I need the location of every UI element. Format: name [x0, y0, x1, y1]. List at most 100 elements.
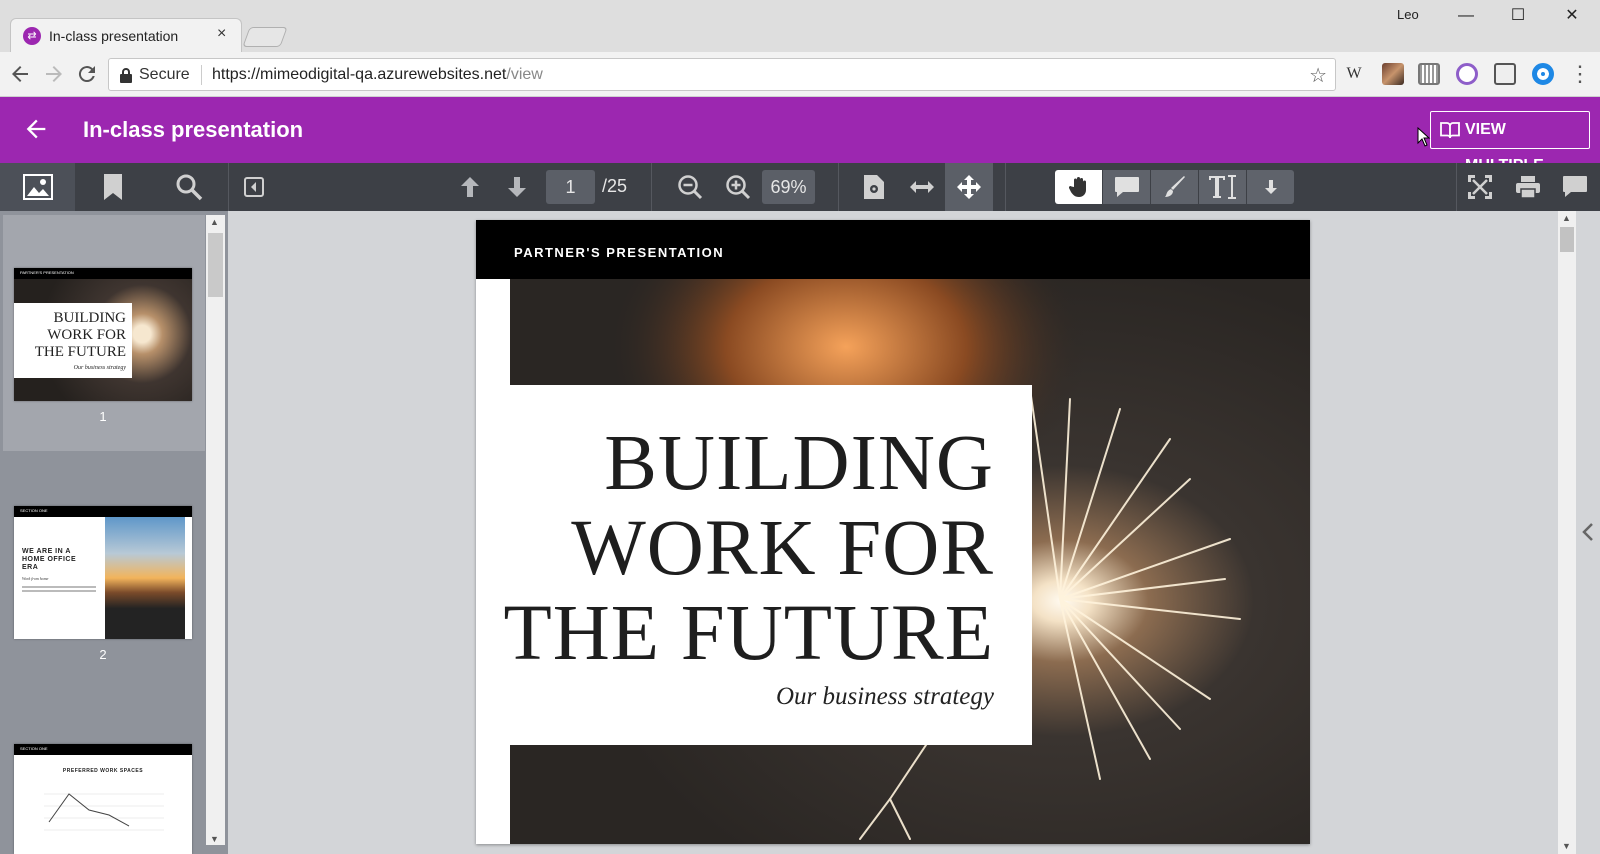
scroll-up-icon[interactable]: ▲ — [210, 217, 219, 227]
minimize-button[interactable]: — — [1446, 4, 1486, 28]
collapse-left-icon — [244, 177, 264, 197]
thumbnail-header: SECTION ONE — [20, 746, 48, 751]
fit-width-button[interactable] — [904, 163, 940, 211]
bookmarks-tab[interactable] — [75, 163, 150, 211]
previous-page-button[interactable] — [452, 163, 488, 211]
pan-mode-button[interactable] — [945, 163, 993, 211]
viewer-toolbar: 1 /25 69% — [0, 163, 1600, 211]
sidebar-scrollbar[interactable] — [206, 215, 225, 845]
bookmark-icon — [103, 174, 122, 200]
collapse-sidebar-button[interactable] — [236, 163, 272, 211]
page-number-input[interactable]: 1 — [546, 170, 595, 204]
app-header: In-class presentation VIEW MULTIPLE — [0, 97, 1600, 174]
chat-icon — [1563, 176, 1587, 197]
sidebar-scroll-thumb[interactable] — [208, 233, 223, 297]
viewer-scroll-thumb[interactable] — [1560, 227, 1574, 252]
zoom-in-icon — [726, 175, 751, 200]
address-bar[interactable]: Secure https://mimeodigital-qa.azurewebs… — [108, 58, 1336, 91]
print-button[interactable] — [1510, 163, 1546, 211]
app-back-arrow-icon[interactable] — [22, 115, 50, 143]
tab-close-icon[interactable]: × — [217, 25, 226, 43]
tab-title: In-class presentation — [49, 28, 179, 44]
view-multiple-button[interactable]: VIEW MULTIPLE — [1430, 111, 1590, 174]
zoom-out-icon — [678, 175, 703, 200]
thumbnail-title: PREFERRED WORK SPACES — [62, 768, 144, 774]
lock-icon — [119, 67, 133, 83]
slide-page: PARTNER'S PRESENTATION BUILDING WORK FOR… — [476, 220, 1310, 844]
speech-bubble-icon — [1114, 177, 1139, 197]
page-gear-icon — [864, 175, 884, 199]
new-tab-button[interactable] — [242, 27, 288, 47]
browser-menu-icon[interactable]: ⋮ — [1568, 62, 1592, 86]
thumbnail-sunset-photo — [105, 517, 185, 639]
thumbnail-number: 1 — [99, 409, 107, 424]
thumbnail-page-1[interactable]: PARTNER'S PRESENTATION BUILDING WORK FOR… — [14, 268, 192, 401]
slide-title-card: BUILDING WORK FOR THE FUTURE Our busines… — [476, 385, 1032, 745]
thumbnail-number: 2 — [99, 647, 107, 662]
camera-extension-icon[interactable] — [1494, 63, 1516, 85]
brush-icon — [1164, 176, 1185, 197]
fullscreen-button[interactable] — [1462, 163, 1498, 211]
maximize-button[interactable]: ☐ — [1498, 4, 1538, 28]
blue-extension-icon[interactable] — [1532, 63, 1554, 85]
thumbnail-subtitle: Our business strategy — [73, 365, 126, 371]
printer-icon — [1516, 176, 1540, 199]
bookmark-star-icon[interactable]: ☆ — [1309, 63, 1327, 88]
search-tab[interactable] — [150, 163, 228, 211]
browser-tab[interactable]: ⇄ In-class presentation × — [10, 18, 242, 52]
photo-extension-icon[interactable] — [1382, 63, 1404, 85]
hand-tool-button[interactable] — [1055, 170, 1102, 204]
thumbnail-page-3[interactable]: SECTION ONE PREFERRED WORK SPACES — [14, 744, 192, 854]
back-arrow-icon[interactable] — [8, 62, 32, 86]
scroll-down-icon[interactable]: ▼ — [210, 834, 219, 844]
move-arrows-icon — [957, 175, 981, 199]
viewer-scrollbar[interactable]: ▲ ▼ — [1558, 211, 1576, 854]
fullscreen-icon — [1468, 175, 1492, 199]
scroll-up-icon[interactable]: ▲ — [1562, 213, 1571, 223]
zoom-out-button[interactable] — [672, 163, 708, 211]
secure-label: Secure — [139, 66, 190, 83]
scroll-down-icon[interactable]: ▼ — [1562, 841, 1571, 851]
thumbnail-sidebar: PARTNER'S PRESENTATION BUILDING WORK FOR… — [0, 211, 228, 854]
document-viewer[interactable]: PARTNER'S PRESENTATION BUILDING WORK FOR… — [228, 211, 1600, 854]
app-favicon-icon: ⇄ — [23, 27, 41, 45]
presentation-title: In-class presentation — [83, 117, 304, 142]
text-tool-button[interactable] — [1199, 170, 1246, 204]
thumbnail-line-chart — [44, 793, 164, 831]
profile-name[interactable]: Leo — [1397, 7, 1419, 22]
chevron-left-icon — [1582, 523, 1593, 541]
comment-tool-button[interactable] — [1103, 170, 1150, 204]
browser-titlebar: ⇄ In-class presentation × Leo — ☐ ✕ — [0, 0, 1600, 52]
qr-extension-icon[interactable] — [1418, 63, 1440, 85]
mouse-cursor-icon — [1417, 127, 1431, 147]
url-text[interactable]: https://mimeodigital-qa.azurewebsites.ne… — [212, 66, 543, 84]
thumbnail-header: SECTION ONE — [20, 508, 48, 513]
zoom-in-button[interactable] — [720, 163, 756, 211]
tools-dropdown-button[interactable] — [1247, 170, 1294, 204]
draw-tool-button[interactable] — [1151, 170, 1198, 204]
page-settings-button[interactable] — [856, 163, 892, 211]
next-page-button[interactable] — [499, 163, 535, 211]
slide-subtitle: Our business strategy — [775, 683, 994, 710]
slide-eyebrow: PARTNER'S PRESENTATION — [514, 245, 725, 260]
wikipedia-extension-icon[interactable]: W — [1343, 63, 1365, 85]
hand-icon — [1068, 177, 1086, 197]
fit-width-icon — [910, 181, 934, 193]
arrow-up-icon — [461, 177, 479, 197]
thumbnail-header: PARTNER'S PRESENTATION — [20, 270, 74, 275]
reload-icon[interactable] — [75, 62, 99, 86]
thumbnail-title: WE ARE IN A HOME OFFICE ERA — [22, 548, 77, 571]
forward-arrow-icon[interactable] — [42, 62, 66, 86]
slide-header-bar: PARTNER'S PRESENTATION — [476, 220, 1310, 279]
zoom-level[interactable]: 69% — [762, 170, 815, 204]
thumbnails-tab[interactable] — [0, 163, 75, 211]
close-window-button[interactable]: ✕ — [1552, 4, 1592, 28]
thumbnail-title: BUILDING WORK FOR THE FUTURE — [34, 310, 126, 360]
thumbnail-page-2[interactable]: SECTION ONE WE ARE IN A HOME OFFICE ERA … — [14, 506, 192, 639]
comments-panel-button[interactable] — [1557, 163, 1593, 211]
thumbnail-subtitle: Work from home — [22, 576, 49, 581]
arrow-down-icon — [508, 177, 526, 197]
right-panel-toggle[interactable] — [1576, 211, 1600, 854]
circle-extension-icon[interactable] — [1456, 63, 1478, 85]
text-cursor-icon — [1208, 175, 1236, 199]
